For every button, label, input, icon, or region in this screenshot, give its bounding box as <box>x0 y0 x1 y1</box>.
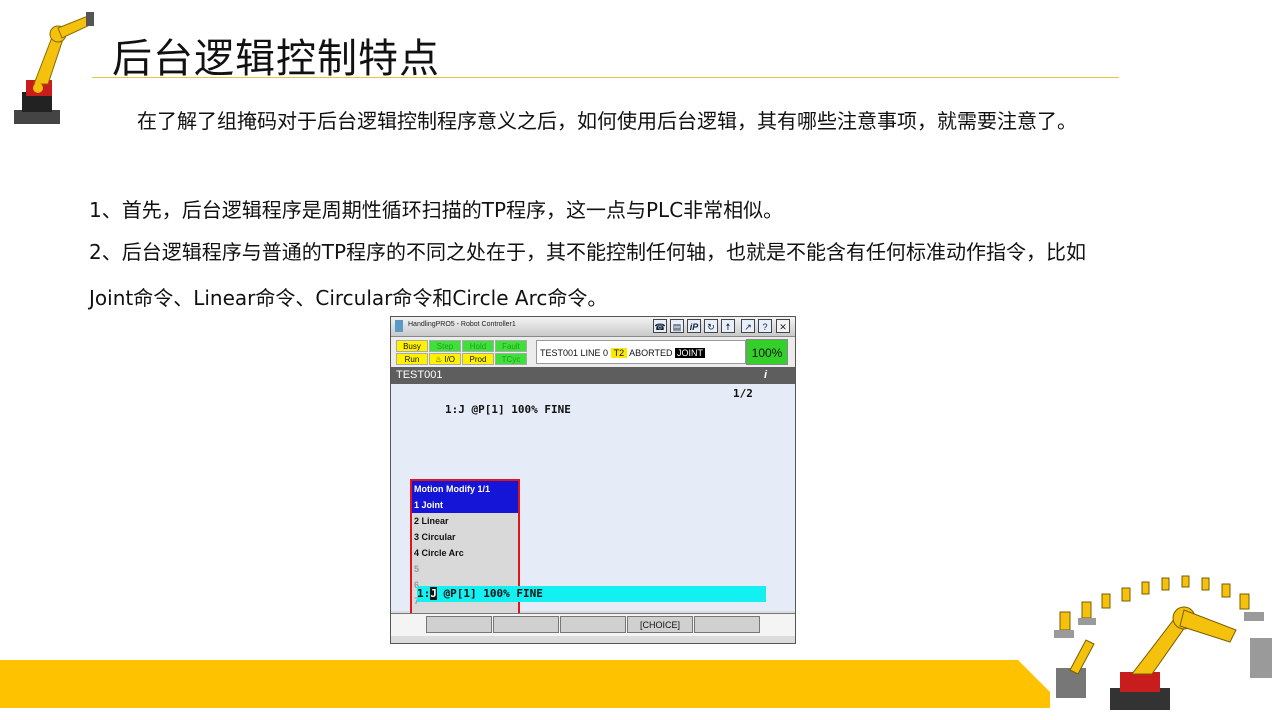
status-coord: JOINT <box>674 348 705 358</box>
help-icon[interactable]: ? <box>758 319 772 333</box>
led-step: Step <box>429 340 461 352</box>
title-divider <box>92 77 1119 78</box>
menu-item-circle-arc[interactable]: 4 Circle Arc <box>412 545 518 561</box>
point-two: 2、后台逻辑程序与普通的TP程序的不同之处在于，其不能控制任何轴，也就是不能含有… <box>89 240 1087 310</box>
footer-band <box>0 660 1050 708</box>
menu-item-joint[interactable]: 1 Joint <box>412 497 518 513</box>
override-value: 100% <box>746 339 788 365</box>
program-editor[interactable]: 1/2 1:J @P[1] 100% FINE Motion Modify 1/… <box>391 384 795 625</box>
pendant-window-title: HandlingPRO5 - Robot Controller1 <box>408 321 516 328</box>
page-indicator: 1/2 <box>733 387 753 400</box>
menu-item-linear[interactable]: 2 Linear <box>412 513 518 529</box>
teach-pendant-window: HandlingPRO5 - Robot Controller1 ☎ ▤ iP … <box>390 316 796 644</box>
status-line-number: LINE 0 <box>580 348 609 358</box>
intro-paragraph: 在了解了组掩码对于后台逻辑控制程序意义之后，如何使用后台逻辑，其有哪些注意事项，… <box>137 109 1077 133</box>
f5-key[interactable] <box>694 616 760 633</box>
led-hold: Hold <box>462 340 494 352</box>
close-icon[interactable]: ✕ <box>776 319 790 333</box>
slide-title: 后台逻辑控制特点 <box>112 36 440 82</box>
menu-header: Motion Modify 1/1 <box>412 481 518 497</box>
choice-key[interactable]: [CHOICE] <box>627 616 693 633</box>
robot-group-icon <box>1054 575 1272 710</box>
ipendant-icon[interactable]: iP <box>687 319 701 333</box>
jog-icon[interactable]: ↗ <box>741 319 755 333</box>
menu-item-5: 5 <box>414 564 420 574</box>
led-run: Run <box>396 353 428 365</box>
f3-key[interactable] <box>560 616 626 633</box>
led-io-label: I/O <box>444 355 456 364</box>
status-mode: T2 <box>610 348 628 358</box>
led-fault: Fault <box>495 340 527 352</box>
info-icon[interactable]: i <box>764 367 767 384</box>
person-icon[interactable]: ☨ <box>721 319 735 333</box>
line-instruction: @P[1] 100% FINE <box>436 587 543 600</box>
program-header: TEST001 i <box>391 367 795 384</box>
status-state: ABORTED <box>629 348 673 358</box>
app-icon <box>395 320 403 332</box>
refresh-icon[interactable]: ↻ <box>704 319 718 333</box>
current-program-line[interactable]: 1:J @P[1] 100% FINE <box>417 586 766 602</box>
led-tcyc: TCyc <box>495 353 527 365</box>
f2-key[interactable] <box>493 616 559 633</box>
program-name: TEST001 <box>396 369 443 381</box>
motion-modify-menu: Motion Modify 1/1 1 Joint 2 Linear 3 Cir… <box>410 479 520 625</box>
led-busy: Busy <box>396 340 428 352</box>
status-program: TEST001 <box>540 348 579 358</box>
io-icon: ♨ <box>434 355 443 364</box>
cursor-field[interactable]: J <box>430 587 437 600</box>
line-number: 1: <box>417 587 431 600</box>
keypad-icon[interactable]: ☎ <box>653 319 667 333</box>
robot-arm-icon <box>14 12 94 124</box>
pendant-titlebar: HandlingPRO5 - Robot Controller1 ☎ ▤ iP … <box>391 317 795 337</box>
f1-key[interactable] <box>426 616 492 633</box>
point-one: 1、首先，后台逻辑程序是周期性循环扫描的TP程序，这一点与PLC非常相似。 <box>89 198 784 222</box>
status-line: TEST001 LINE 0 T2 ABORTED JOINT <box>536 340 746 364</box>
menu-item-circular[interactable]: 3 Circular <box>412 529 518 545</box>
program-line[interactable]: 1:J @P[1] 100% FINE <box>445 403 571 416</box>
led-prod: Prod <box>462 353 494 365</box>
function-key-bar: [CHOICE] <box>391 613 795 636</box>
display-icon[interactable]: ▤ <box>670 319 684 333</box>
led-io: ♨ I/O <box>429 353 461 365</box>
